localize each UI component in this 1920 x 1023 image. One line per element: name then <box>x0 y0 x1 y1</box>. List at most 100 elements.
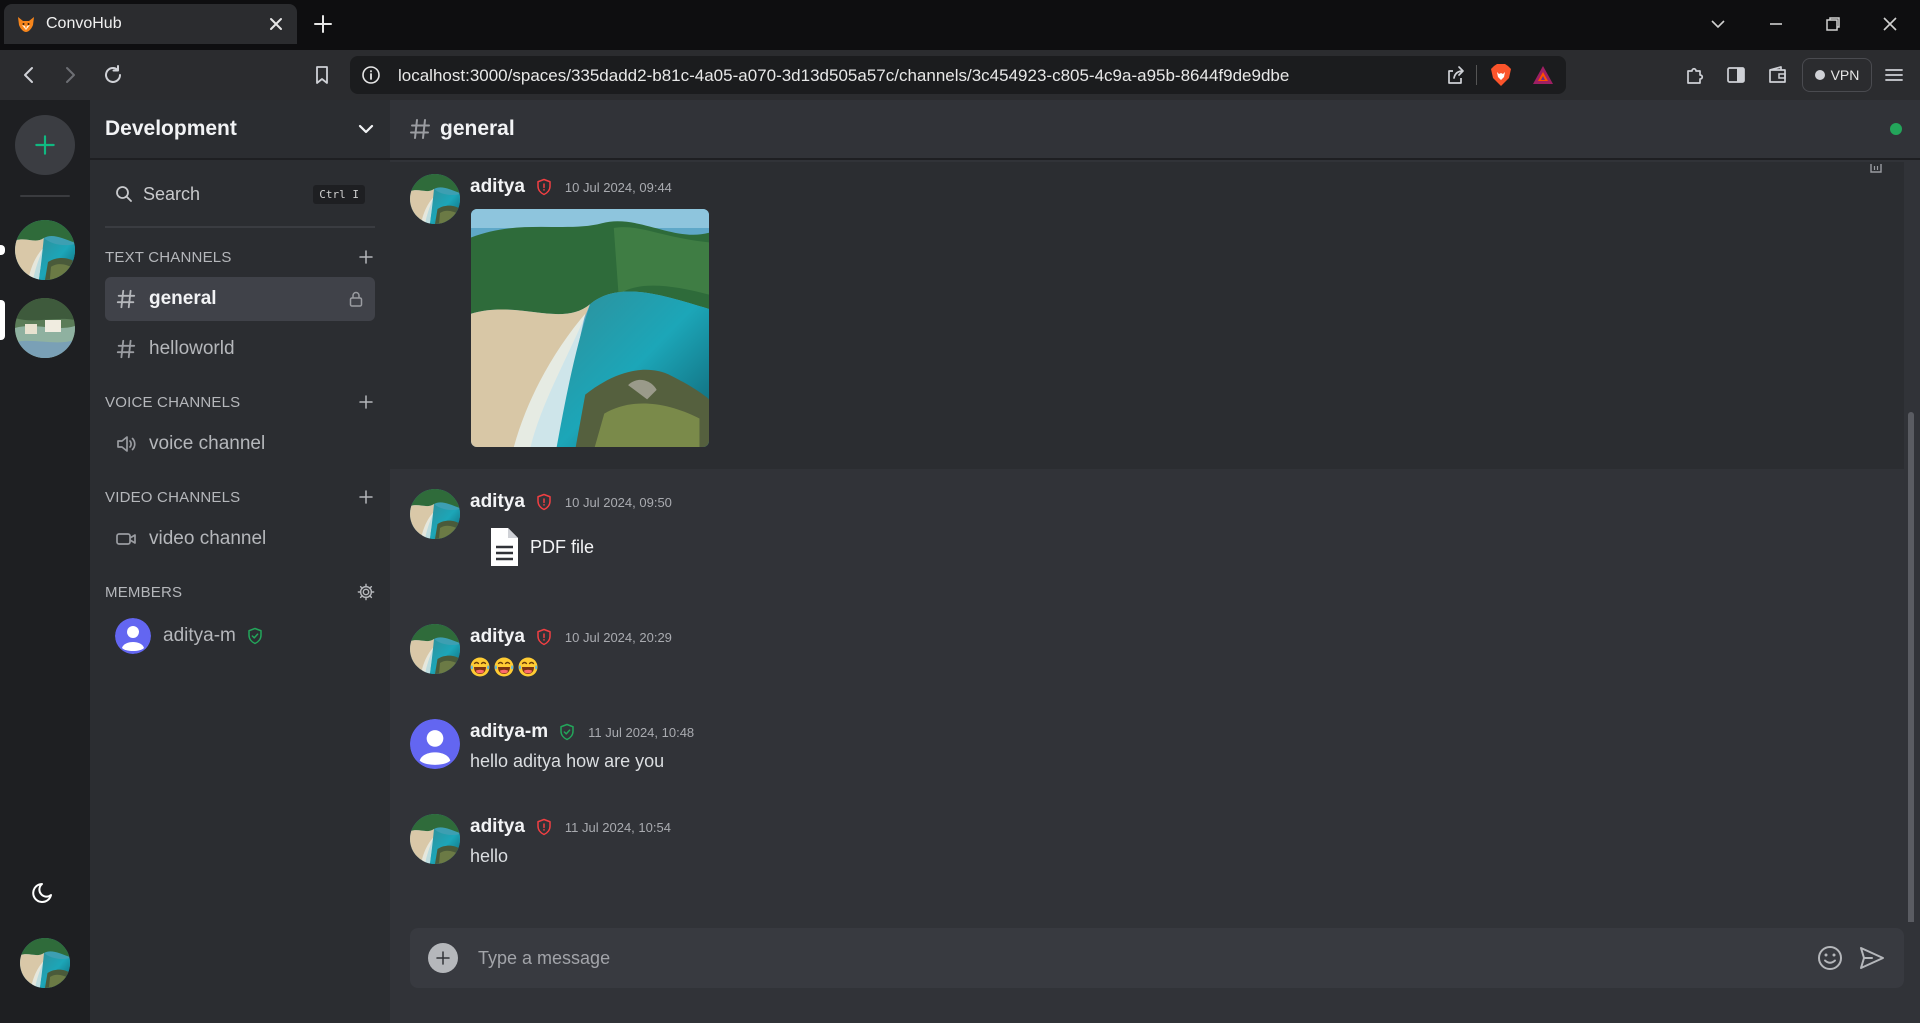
menu-icon[interactable] <box>1882 63 1906 87</box>
member-item[interactable]: aditya-m <box>115 616 264 656</box>
text-channels-header: TEXT CHANNELS <box>105 245 375 269</box>
channel-sidebar: Development Search Ctrl I TEXT CHANNELS … <box>90 100 390 1023</box>
message-header: aditya-m 11 Jul 2024, 10:48 <box>470 719 694 745</box>
search-button[interactable]: Search Ctrl I <box>105 172 375 216</box>
channel-name: voice channel <box>149 433 266 454</box>
default-user-icon <box>410 719 460 769</box>
bookmark-icon[interactable] <box>310 63 334 87</box>
tab-search-chevron-icon[interactable] <box>1708 14 1728 34</box>
add-text-channel-icon[interactable] <box>357 248 375 266</box>
avatar[interactable] <box>410 489 460 539</box>
url-text[interactable]: localhost:3000/spaces/335dadd2-b81c-4a05… <box>398 66 1289 86</box>
vpn-button[interactable]: VPN <box>1802 58 1872 92</box>
message-input[interactable] <box>478 947 1802 969</box>
back-icon[interactable] <box>17 63 41 87</box>
section-label: VIDEO CHANNELS <box>105 488 241 506</box>
browser-tab-bar: ConvoHub <box>0 0 1920 50</box>
search-label: Search <box>143 183 201 204</box>
avatar[interactable] <box>410 174 460 224</box>
fox-favicon-icon <box>18 17 34 32</box>
avatar <box>115 618 151 654</box>
space-name: Development <box>105 117 237 140</box>
channel-item-helloworld[interactable]: helloworld <box>105 327 375 371</box>
share-icon[interactable] <box>1444 65 1466 87</box>
search-icon <box>116 186 132 202</box>
wallet-icon[interactable] <box>1766 63 1790 87</box>
user-image <box>410 624 460 674</box>
add-video-channel-icon[interactable] <box>357 488 375 506</box>
current-user-avatar[interactable] <box>20 938 70 988</box>
new-tab-icon[interactable] <box>312 13 334 35</box>
video-camera-icon <box>116 533 136 545</box>
sidebar-toggle-icon[interactable] <box>1724 63 1748 87</box>
emoji-picker-icon[interactable] <box>1816 944 1844 972</box>
search-shortcut: Ctrl I <box>313 184 365 204</box>
address-bar[interactable]: localhost:3000/spaces/335dadd2-b81c-4a05… <box>350 56 1566 94</box>
minimize-icon[interactable] <box>1766 14 1786 34</box>
send-icon[interactable] <box>1858 944 1886 972</box>
close-tab-icon[interactable] <box>267 15 285 33</box>
space-rail <box>0 100 90 1023</box>
message-author[interactable]: aditya <box>470 626 525 648</box>
admin-shield-alert-icon <box>535 818 553 836</box>
gear-icon[interactable] <box>357 583 375 601</box>
channel-item-video[interactable]: video channel <box>105 517 375 561</box>
chevron-down-icon <box>358 124 374 134</box>
message-image-attachment[interactable] <box>471 209 709 447</box>
message-timestamp: 11 Jul 2024, 10:54 <box>564 819 671 835</box>
brave-shields-icon[interactable] <box>1490 63 1512 87</box>
vpn-status-icon <box>1814 70 1825 80</box>
pdf-file-attachment[interactable]: PDF file <box>488 527 594 567</box>
channel-item-general[interactable]: general <box>105 277 375 321</box>
message-author[interactable]: aditya <box>470 816 525 838</box>
space-image <box>15 298 75 358</box>
video-channels-header: VIDEO CHANNELS <box>105 485 375 509</box>
message-timestamp: 10 Jul 2024, 20:29 <box>564 629 672 645</box>
plus-icon <box>32 132 58 158</box>
avatar[interactable] <box>410 814 460 864</box>
channel-item-voice[interactable]: voice channel <box>105 422 375 466</box>
message-header: aditya 10 Jul 2024, 09:50 <box>470 489 672 515</box>
space-header[interactable]: Development <box>90 100 390 160</box>
moderator-shield-check-icon <box>558 723 576 741</box>
section-label: VOICE CHANNELS <box>105 393 241 411</box>
message-list[interactable]: aditya 10 Jul 2024, 09:44 aditya 10 Jul … <box>390 162 1920 922</box>
message-author[interactable]: aditya <box>470 176 525 198</box>
extensions-icon[interactable] <box>1683 63 1707 87</box>
hash-icon <box>115 288 137 310</box>
file-name[interactable]: PDF file <box>530 537 594 558</box>
space-avatar-2[interactable] <box>15 298 75 358</box>
avatar[interactable] <box>410 719 460 769</box>
browser-tab[interactable]: ConvoHub <box>4 4 297 44</box>
laughing-emoji-icon <box>518 657 538 677</box>
restore-icon[interactable] <box>1823 14 1843 34</box>
message-scrollbar[interactable] <box>1908 412 1914 922</box>
theme-toggle-moon-icon[interactable] <box>31 878 59 906</box>
avatar[interactable] <box>410 624 460 674</box>
chat-panel: general aditya 10 Jul 2024, 09:44 aditya… <box>390 100 1920 1023</box>
site-info-icon[interactable] <box>362 66 380 84</box>
forward-icon[interactable] <box>58 63 82 87</box>
brave-rewards-icon[interactable] <box>1532 65 1554 85</box>
message-author[interactable]: aditya <box>470 491 525 513</box>
reload-icon[interactable] <box>101 63 125 87</box>
sidebar-divider <box>105 226 375 228</box>
message-content: hello <box>470 846 509 866</box>
app-root: Development Search Ctrl I TEXT CHANNELS … <box>0 100 1920 1023</box>
message-timestamp: 10 Jul 2024, 09:50 <box>564 494 672 510</box>
browser-toolbar: localhost:3000/spaces/335dadd2-b81c-4a05… <box>0 50 1920 100</box>
message-author[interactable]: aditya-m <box>470 721 548 743</box>
lock-icon <box>349 291 363 307</box>
section-label: MEMBERS <box>105 583 183 601</box>
attach-file-button[interactable] <box>428 943 458 973</box>
trash-icon[interactable] <box>1868 164 1884 174</box>
close-window-icon[interactable] <box>1880 14 1900 34</box>
message-content: hello aditya how are you <box>470 751 665 771</box>
add-voice-channel-icon[interactable] <box>357 393 375 411</box>
space-avatar-1[interactable] <box>15 220 75 280</box>
connection-status-indicator <box>1890 123 1902 135</box>
chat-header: general <box>390 100 1920 160</box>
add-space-button[interactable] <box>15 115 75 175</box>
hash-icon <box>408 117 432 141</box>
document-icon <box>491 528 518 566</box>
